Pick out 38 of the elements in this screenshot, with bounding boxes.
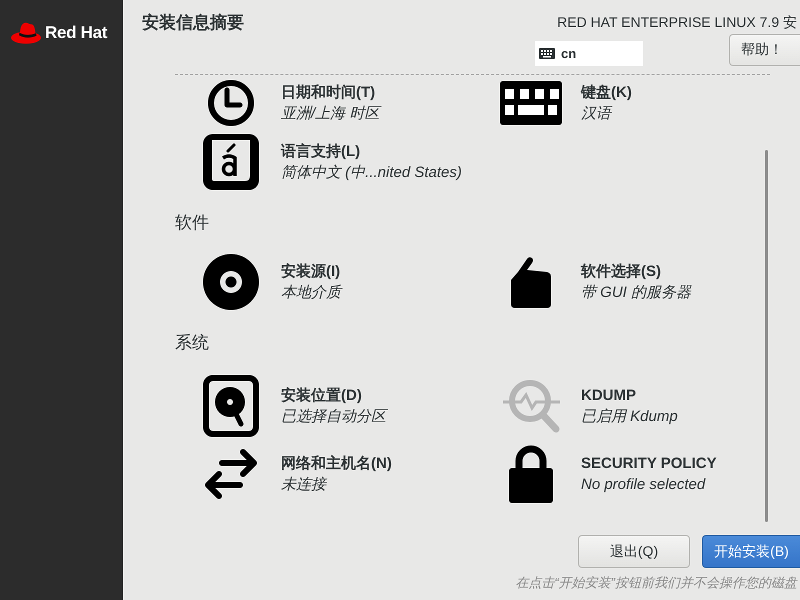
- spoke-status: 未连接: [281, 474, 326, 494]
- lock-icon[interactable]: [509, 445, 553, 503]
- spoke-status: 本地介质: [281, 282, 341, 302]
- spoke-title[interactable]: SECURITY POLICY: [581, 454, 717, 474]
- spoke-title[interactable]: 语言支持(L): [281, 142, 360, 162]
- hat-logo-icon: [11, 22, 41, 44]
- scrollbar[interactable]: [765, 150, 768, 522]
- spoke-status: No profile selected: [581, 474, 706, 494]
- spoke-status: 亚洲/上海 时区: [281, 104, 380, 124]
- two-arrows-icon[interactable]: [205, 449, 257, 499]
- help-button[interactable]: 帮助！: [729, 34, 800, 66]
- spoke-status: 已选择自动分区: [281, 406, 386, 426]
- quit-button[interactable]: 退出(Q): [578, 535, 690, 568]
- spoke-title[interactable]: 安装位置(D): [281, 386, 362, 406]
- spoke-title[interactable]: 键盘(K): [581, 82, 632, 102]
- accented-letter-icon[interactable]: [203, 134, 259, 190]
- keyboard-icon: [539, 48, 555, 59]
- spoke-title[interactable]: 网络和主机名(N): [281, 454, 392, 474]
- spoke-title[interactable]: KDUMP: [581, 386, 636, 406]
- page-title: 安装信息摘要: [142, 12, 244, 34]
- begin-install-button[interactable]: 开始安装(B): [702, 535, 800, 568]
- keyboard-icon[interactable]: [500, 81, 562, 125]
- spoke-status: 带 GUI 的服务器: [581, 282, 692, 302]
- clock-icon[interactable]: [208, 80, 254, 126]
- spoke-title[interactable]: 日期和时间(T): [281, 82, 376, 102]
- logo-text: Red Hat: [45, 23, 108, 43]
- hint-text: 在点击“开始安装”按钮前我们并不会操作您的磁盘: [515, 574, 799, 592]
- spoke-title[interactable]: 软件选择(S): [581, 262, 661, 282]
- keyboard-layout-field[interactable]: cn: [535, 41, 643, 66]
- spoke-status: 汉语: [581, 104, 611, 124]
- spoke-status: 简体中文 (中...nited States): [281, 162, 462, 182]
- product-title: RED HAT ENTERPRISE LINUX 7.9 安: [557, 13, 798, 32]
- spoke-status: 已启用 Kdump: [581, 406, 678, 426]
- section-heading: 系统: [175, 332, 209, 354]
- spoke-title[interactable]: 安装源(I): [281, 262, 340, 282]
- package-icon[interactable]: [511, 256, 551, 308]
- section-heading: 软件: [175, 212, 209, 234]
- disc-icon[interactable]: [203, 254, 259, 310]
